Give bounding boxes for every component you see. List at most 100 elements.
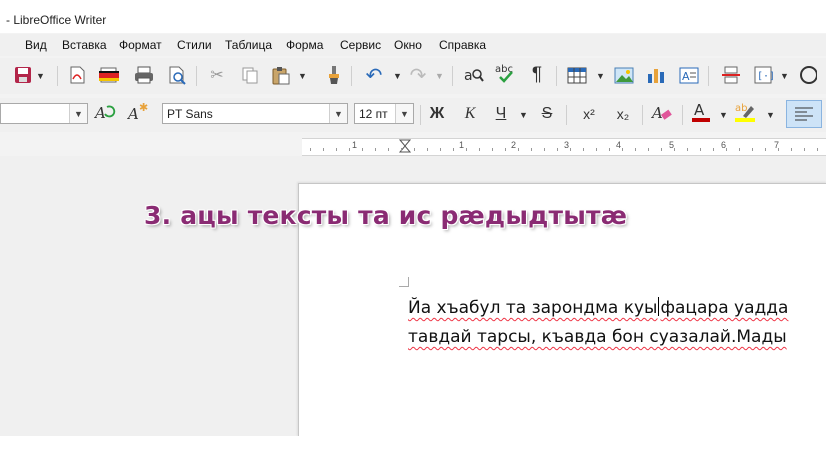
superscript-button[interactable]: x² [578, 103, 600, 125]
update-style-icon[interactable]: A [94, 102, 116, 124]
ruler-tick [752, 148, 753, 151]
table-dropdown-icon[interactable]: ▼ [596, 71, 605, 81]
paragraph-style-box[interactable]: ▼ [0, 103, 88, 124]
ruler-tick [505, 148, 506, 151]
redo-icon[interactable]: ↷ [407, 64, 429, 87]
underline-dropdown-icon[interactable]: ▼ [519, 110, 528, 120]
field-dropdown-icon[interactable]: ▼ [780, 71, 789, 81]
ruler-tick [453, 148, 454, 151]
undo-dropdown-icon[interactable]: ▼ [393, 71, 402, 81]
ruler-tick [557, 148, 558, 151]
ruler-tick [414, 148, 415, 151]
highlight-color-icon[interactable]: ab [733, 101, 755, 123]
svg-text:a: a [464, 68, 473, 84]
menu-help[interactable]: Справка [439, 38, 486, 52]
ruler-tick [596, 148, 597, 151]
title-bar: - LibreOffice Writer [0, 0, 826, 33]
redo-dropdown-icon[interactable]: ▼ [435, 71, 444, 81]
insert-field-icon[interactable]: [·] [752, 64, 774, 86]
ruler-tick [375, 148, 376, 151]
printer-icon[interactable] [133, 64, 155, 86]
menu-table[interactable]: Таблица [225, 38, 272, 52]
ruler-tick [661, 148, 662, 151]
ruler-tick [349, 148, 350, 151]
horizontal-ruler[interactable]: 1 1 2 3 4 5 6 7 [302, 138, 826, 156]
ruler-tick [739, 148, 740, 151]
ruler-tick [583, 148, 584, 151]
ruler-tick [362, 148, 363, 151]
font-size-box[interactable]: 12 пт ▼ [354, 103, 414, 124]
spelling-icon[interactable]: abc [494, 62, 516, 84]
font-color-dropdown-icon[interactable]: ▼ [719, 110, 728, 120]
underline-button[interactable]: Ч [490, 103, 512, 125]
save-icon[interactable] [12, 64, 34, 86]
svg-text:ab: ab [735, 103, 747, 114]
find-replace-icon[interactable]: a [463, 64, 485, 86]
clone-formatting-icon[interactable] [323, 64, 345, 86]
text-line-2: тавдай тарсы, къавда бон суазалай.Мады [408, 327, 787, 347]
ruler-tick [531, 148, 532, 151]
print-direct-icon[interactable] [98, 64, 120, 86]
insert-image-icon[interactable] [613, 64, 635, 86]
cut-icon[interactable]: ✂ [206, 64, 228, 86]
menu-insert[interactable]: Вставка [62, 38, 107, 52]
text-before-cursor: Йа хъабул та зарондма куы [408, 298, 658, 318]
bold-button[interactable]: Ж [426, 103, 448, 125]
chevron-down-icon[interactable]: ▼ [329, 104, 347, 123]
ruler-tick [609, 148, 610, 151]
paste-dropdown-icon[interactable]: ▼ [298, 71, 307, 81]
ruler-tick [713, 148, 714, 151]
menu-window[interactable]: Окно [394, 38, 422, 52]
menu-styles[interactable]: Стили [177, 38, 212, 52]
insert-table-icon[interactable] [566, 64, 588, 86]
chevron-down-icon[interactable]: ▼ [69, 104, 87, 123]
svg-text:A: A [651, 104, 663, 122]
writer-window: - LibreOffice Writer Вид Вставка Формат … [0, 0, 826, 436]
paste-icon[interactable] [270, 64, 292, 86]
ruler-tick [726, 148, 727, 151]
ruler-number: 2 [511, 140, 517, 150]
text-after-cursor: фацара уадда [660, 298, 789, 318]
print-preview-icon[interactable] [166, 64, 188, 86]
ruler-tick [674, 148, 675, 151]
subscript-button[interactable]: x₂ [612, 103, 634, 125]
menu-tools[interactable]: Сервис [340, 38, 381, 52]
standard-toolbar: ▼ ✂ ▼ ↶ ▼ ↷ ▼ a abc ¶ ▼ A [·] ▼ [0, 58, 826, 94]
ruler-number: 1 [459, 140, 465, 150]
italic-button[interactable]: К [459, 103, 481, 125]
align-left-button[interactable] [786, 100, 822, 128]
font-name-box[interactable]: PT Sans ▼ [162, 103, 348, 124]
font-name-value: PT Sans [167, 107, 213, 121]
text-box-icon[interactable]: A [678, 64, 700, 86]
clear-formatting-icon[interactable]: A [651, 102, 673, 124]
ruler-number: 3 [564, 140, 570, 150]
highlight-dropdown-icon[interactable]: ▼ [766, 110, 775, 120]
svg-text:A: A [94, 104, 106, 122]
strikethrough-button[interactable]: S [536, 103, 558, 125]
ruler-tick [310, 148, 311, 151]
page-break-icon[interactable] [720, 64, 742, 86]
copy-icon[interactable] [239, 64, 261, 86]
ruler-tick [570, 148, 571, 151]
export-pdf-icon[interactable] [66, 64, 88, 86]
formatting-marks-icon[interactable]: ¶ [526, 64, 548, 86]
ruler-tick [518, 148, 519, 151]
ruler-tick [479, 148, 480, 151]
special-character-icon[interactable] [795, 64, 817, 86]
ruler-tick [791, 148, 792, 151]
ruler-tick [427, 148, 428, 151]
menu-format[interactable]: Формат [119, 38, 162, 52]
ruler-tick [401, 148, 402, 151]
ruler-number: 1 [352, 140, 358, 150]
new-style-icon[interactable]: A ✱ [127, 102, 149, 124]
ruler-tick [323, 148, 324, 151]
insert-chart-icon[interactable] [645, 64, 667, 86]
menu-view[interactable]: Вид [25, 38, 47, 52]
undo-icon[interactable]: ↶ [363, 64, 385, 87]
document-body-text[interactable]: Йа хъабул та зарондма куы фацара уадда та… [408, 294, 788, 352]
text-line-1: Йа хъабул та зарондма куы фацара уадда [408, 294, 788, 323]
save-dropdown-icon[interactable]: ▼ [36, 71, 45, 81]
menu-form[interactable]: Форма [286, 38, 323, 52]
font-color-icon[interactable]: A [690, 101, 712, 123]
chevron-down-icon[interactable]: ▼ [395, 104, 413, 123]
